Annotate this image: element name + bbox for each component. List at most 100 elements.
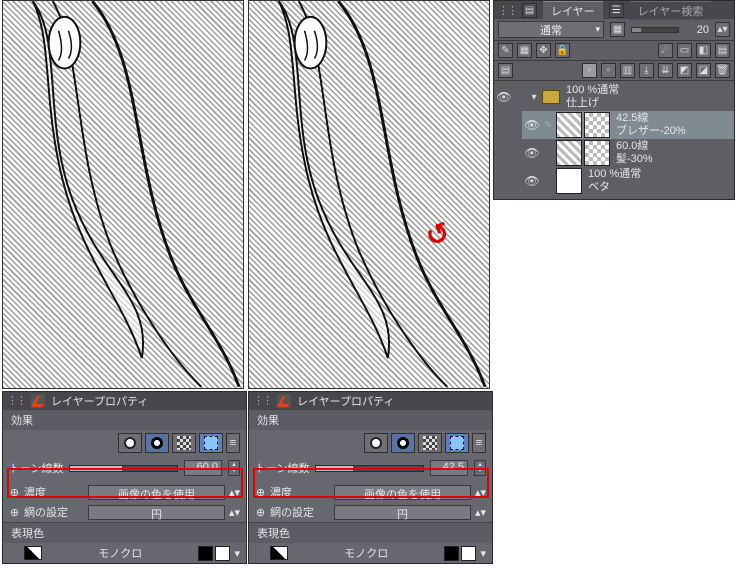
expand-icon[interactable]: ⊕ — [255, 506, 266, 519]
tab-layers[interactable]: レイヤー — [543, 1, 603, 20]
visibility-toggle[interactable]: 👁 — [524, 118, 540, 132]
tone-lines-label: トーン線数 — [255, 460, 309, 476]
pen-indicator-icon: ✎ — [542, 120, 554, 131]
layer-property-icon — [31, 394, 45, 408]
new-folder-icon[interactable]: ▥ — [620, 63, 635, 78]
tone-lines-spinner[interactable]: ▴▾ — [474, 460, 486, 476]
mesh-label: 網の設定 — [24, 504, 84, 520]
effect-menu-button[interactable]: ≡ — [472, 433, 486, 453]
delete-layer-icon[interactable]: 🗑 — [715, 63, 730, 78]
visibility-toggle[interactable]: 👁 — [496, 90, 512, 104]
checker-icon: ▦ — [610, 22, 625, 37]
layer-mask-thumb — [584, 140, 610, 166]
opacity-spinner[interactable]: ▴▾ — [715, 22, 730, 37]
mesh-label: 網の設定 — [270, 504, 330, 520]
mono-label: モノクロ — [46, 545, 194, 561]
layer-thumb — [556, 140, 582, 166]
ref-layer-icon[interactable]: ☄ — [658, 43, 673, 58]
apply-mask-icon[interactable]: ◪ — [696, 63, 711, 78]
clip-mask-icon[interactable]: ◧ — [696, 43, 711, 58]
lock-icon[interactable]: 🔒 — [555, 43, 570, 58]
lineart-hair — [3, 1, 243, 387]
expand-icon[interactable]: ⊕ — [9, 506, 20, 519]
merge-down-icon[interactable]: ⇊ — [658, 63, 673, 78]
panel-grip-icon[interactable]: ⋮⋮ — [7, 394, 25, 407]
layers-icon: ▤ — [522, 3, 537, 18]
effect-menu-button[interactable]: ≡ — [226, 433, 240, 453]
layer-folder-row[interactable]: 👁 ▾ 100 %通常 仕上げ — [494, 83, 734, 111]
tone-lines-value[interactable]: 60.0 — [184, 460, 222, 476]
mono-thumb-icon[interactable] — [24, 546, 42, 560]
panel-grip-icon[interactable]: ⋮⋮ — [498, 4, 516, 17]
display-color-menu[interactable]: ▾ — [234, 547, 240, 560]
tab-layer-search[interactable]: レイヤー検索 — [630, 1, 712, 20]
border-effect-button[interactable] — [118, 433, 142, 453]
expand-icon[interactable]: ⊕ — [255, 486, 266, 499]
layer-property-panel-right: ⋮⋮ レイヤープロパティ 効果 ≡ トーン線数 42.5 ▴▾ ⊕ 濃度 画像の… — [248, 391, 493, 564]
panel-grip-icon[interactable]: ⋮⋮ — [253, 394, 271, 407]
tone-lines-slider[interactable] — [69, 465, 178, 472]
tone-area-effect-button[interactable] — [445, 433, 469, 453]
mesh-spinner[interactable]: ▴▾ — [475, 506, 486, 519]
opacity-slider[interactable] — [631, 27, 679, 33]
tone-lines-value[interactable]: 42.5 — [430, 460, 468, 476]
layer-mask-icon[interactable]: ◩ — [677, 63, 692, 78]
lock-move-icon[interactable]: ✥ — [536, 43, 551, 58]
density-spinner[interactable]: ▴▾ — [229, 486, 240, 499]
new-raster-layer-icon[interactable]: ▫ — [582, 63, 597, 78]
layer-row-selected[interactable]: 👁 ✎ 42.5線 ブレザー-20% — [522, 111, 734, 139]
layer-line2: ブレザー-20% — [616, 125, 732, 138]
border-effect-button[interactable] — [364, 433, 388, 453]
expand-icon[interactable]: ⊕ — [9, 486, 20, 499]
tone-area-effect-button[interactable] — [199, 433, 223, 453]
layer-line2: 髪-30% — [616, 153, 732, 166]
folder-disclosure[interactable]: ▾ — [528, 92, 540, 103]
layer-tree: 👁 ▾ 100 %通常 仕上げ 👁 ✎ 42.5線 ブレザー-20% 👁 — [494, 81, 734, 199]
layer-line2: ベタ — [588, 181, 732, 194]
lock-checker-icon[interactable]: ▦ — [517, 43, 532, 58]
visibility-toggle[interactable]: 👁 — [524, 146, 540, 160]
layer-color-effect-button[interactable] — [172, 433, 196, 453]
new-vector-layer-icon[interactable]: ▫ — [601, 63, 616, 78]
layer-color-icon[interactable]: ▤ — [715, 43, 730, 58]
bw-swatches[interactable] — [444, 546, 476, 561]
layer-color-effect-button[interactable] — [418, 433, 442, 453]
panel-titlebar: ⋮⋮ レイヤープロパティ — [3, 392, 246, 409]
panel-titlebar: ⋮⋮ レイヤープロパティ — [249, 392, 492, 409]
layer-mask-thumb — [584, 112, 610, 138]
density-value[interactable]: 画像の色を使用 — [334, 485, 471, 500]
lineart-hair — [249, 1, 489, 387]
density-spinner[interactable]: ▴▾ — [475, 486, 486, 499]
density-value[interactable]: 画像の色を使用 — [88, 485, 225, 500]
layer-row[interactable]: 👁 100 %通常 ベタ — [522, 167, 734, 195]
mono-thumb-icon[interactable] — [270, 546, 288, 560]
mesh-value[interactable]: 円 — [334, 505, 471, 520]
lock-pen-icon[interactable]: ✎ — [498, 43, 513, 58]
density-row: ⊕ 濃度 画像の色を使用 ▴▾ — [249, 482, 492, 502]
panel-title: レイヤープロパティ — [51, 393, 148, 409]
draft-layer-icon[interactable]: ▭ — [677, 43, 692, 58]
artwork-preview-42 — [248, 0, 490, 389]
tone-effect-button[interactable] — [145, 433, 169, 453]
folder-label: 100 %通常 仕上げ — [562, 84, 732, 110]
display-color-menu[interactable]: ▾ — [480, 547, 486, 560]
mesh-value[interactable]: 円 — [88, 505, 225, 520]
palette-mode-icon[interactable]: ▤ — [498, 63, 513, 78]
mesh-spinner[interactable]: ▴▾ — [229, 506, 240, 519]
bw-swatches[interactable] — [198, 546, 230, 561]
transfer-down-icon[interactable]: ⤓ — [639, 63, 654, 78]
layer-line1: 100 %通常 — [588, 168, 732, 181]
folder-mode: 100 %通常 — [566, 84, 732, 97]
layer-row[interactable]: 👁 60.0線 髪-30% — [522, 139, 734, 167]
blend-opacity-row: 通常 ▦ 20 ▴▾ — [494, 19, 734, 41]
layer-line1: 60.0線 — [616, 140, 732, 153]
mesh-row: ⊕ 網の設定 円 ▴▾ — [249, 502, 492, 522]
tone-lines-slider[interactable] — [315, 465, 424, 472]
section-display-color: 表現色 — [249, 522, 492, 543]
tone-lines-spinner[interactable]: ▴▾ — [228, 460, 240, 476]
tone-effect-button[interactable] — [391, 433, 415, 453]
visibility-toggle[interactable]: 👁 — [524, 174, 540, 188]
display-color-row: モノクロ ▾ — [3, 543, 246, 563]
layer-label: 42.5線 ブレザー-20% — [612, 112, 732, 138]
blend-mode-combo[interactable]: 通常 — [498, 21, 604, 38]
